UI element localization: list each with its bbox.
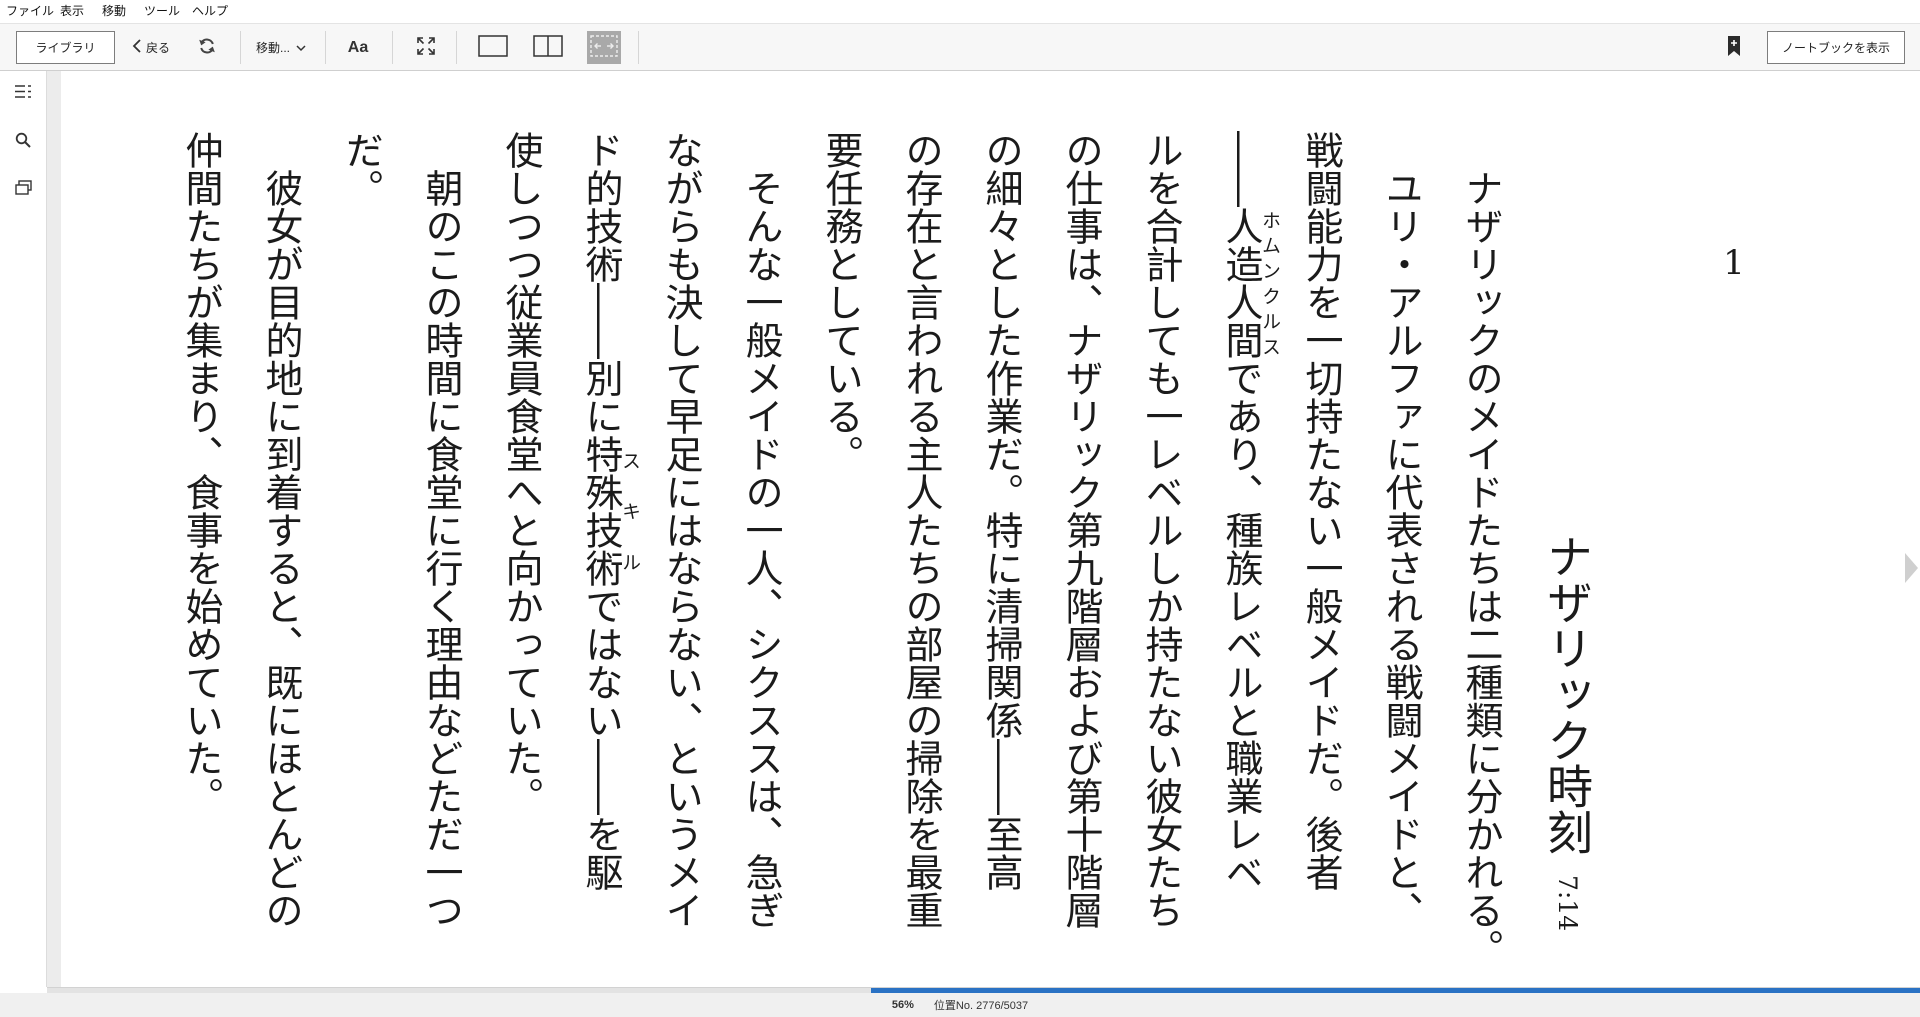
text-segment: ―― <box>1219 131 1263 207</box>
table-of-contents-button[interactable] <box>8 79 38 109</box>
toolbar-divider <box>456 31 457 64</box>
goto-button[interactable]: 移動... <box>250 31 312 64</box>
single-page-button[interactable] <box>474 31 512 64</box>
menu-tools[interactable]: ツール <box>144 0 180 23</box>
search-button[interactable] <box>8 127 38 157</box>
text-column: ド的技術――別に特殊技術スキルではない――を駆 <box>561 131 641 971</box>
ruby-text: 特殊技術スキル <box>579 435 641 587</box>
add-bookmark-icon <box>1727 35 1741 60</box>
search-icon <box>15 132 31 153</box>
ruby-base: 特殊技術 <box>579 435 623 587</box>
left-sidebar <box>0 71 47 987</box>
fit-page-button[interactable] <box>587 31 621 64</box>
fullscreen-button[interactable] <box>410 31 442 64</box>
goto-button-label: 移動... <box>255 41 290 55</box>
text-column: 戦闘能力を一切持たない一般メイドだ。後者 <box>1299 131 1343 891</box>
menu-view[interactable]: 表示 <box>60 0 84 23</box>
font-settings-button[interactable]: Aa <box>338 31 378 64</box>
text-column: 仲間たちが集まり、食事を始めていた。 <box>179 131 223 815</box>
chapter-heading: ナザリック時刻 7:14 <box>1522 131 1612 931</box>
progress-percent: 56% <box>891 999 914 1011</box>
chapter-number: 1 <box>1723 243 1745 283</box>
toolbar-divider <box>240 31 241 64</box>
flashcards-button[interactable] <box>8 175 38 205</box>
menu-file[interactable]: ファイル <box>6 0 54 23</box>
refresh-icon <box>197 36 217 59</box>
toolbar: ライブラリ 戻る 移動... Aa ノートブックを表示 <box>0 23 1920 71</box>
chapter-title: ナザリック時刻 <box>1540 532 1594 855</box>
text-column: の細々とした作業だ。特に清掃関係――至高 <box>979 131 1023 891</box>
text-column: そんな一般メイドの一人、シクススは、急ぎ <box>739 131 783 929</box>
two-page-icon <box>533 35 563 60</box>
text-column: ――人造人間ホムンクルスであり、種族レベルと職業レベ <box>1201 131 1281 971</box>
table-of-contents-icon <box>14 84 32 104</box>
text-segment: であり、種族レベルと職業レベ <box>1219 359 1263 891</box>
toolbar-divider <box>325 31 326 64</box>
text-column: の存在と言われる主人たちの部屋の掃除を最重 <box>899 131 943 929</box>
add-bookmark-button[interactable] <box>1720 31 1748 64</box>
library-button-label: ライブラリ <box>35 41 96 55</box>
fullscreen-icon <box>417 37 435 58</box>
next-page-arrow-icon[interactable] <box>1905 553 1918 583</box>
menu-go[interactable]: 移動 <box>102 0 126 23</box>
single-page-icon <box>478 35 508 60</box>
fit-page-icon <box>590 35 618 60</box>
chevron-down-icon <box>296 41 306 55</box>
text-column: の仕事は、ナザリック第九階層および第十階層 <box>1059 131 1103 929</box>
text-column: ユリ・アルファに代表される戦闘メイドと、 <box>1379 131 1423 929</box>
body-text: ナザリックのメイドたちは二種類に分かれる。 ユリ・アルファに代表される戦闘メイド… <box>161 131 1521 971</box>
ruby-base: 人造人間 <box>1219 207 1263 359</box>
ruby-annotation: スキル <box>619 435 641 587</box>
back-button[interactable]: 戻る <box>127 31 175 64</box>
show-notebook-label: ノートブックを表示 <box>1781 41 1890 55</box>
text-column: ルを合計しても一レベルしか持たない彼女たち <box>1139 131 1183 929</box>
flashcards-icon <box>14 180 32 200</box>
reader-page[interactable]: 1 ナザリック時刻 7:14 ナザリックのメイドたちは二種類に分かれる。 ユリ・ア… <box>61 71 1920 987</box>
text-column: ナザリックのメイドたちは二種類に分かれる。 <box>1459 131 1503 967</box>
text-column: 使しつつ従業員食堂へと向かっていた。 <box>499 131 543 815</box>
page-gutter <box>47 71 61 987</box>
library-button[interactable]: ライブラリ <box>16 31 115 64</box>
location-indicator: 位置No. 2776/5037 <box>933 1000 1029 1012</box>
menu-bar: ファイル 表示 移動 ツール ヘルプ <box>0 0 1920 23</box>
status-bar: 56% 位置No. 2776/5037 <box>0 993 1920 1017</box>
ruby-annotation: ホムンクルス <box>1259 207 1281 359</box>
text-segment: ド的技術――別に <box>579 131 623 435</box>
menu-help[interactable]: ヘルプ <box>192 0 228 23</box>
back-button-label: 戻る <box>145 41 170 55</box>
refresh-button[interactable] <box>193 31 221 64</box>
font-settings-label: Aa <box>347 38 369 56</box>
text-segment: ではない――を駆 <box>579 587 623 891</box>
two-page-button[interactable] <box>529 31 567 64</box>
text-column: 彼女が目的地に到着すると、既にほとんどの <box>259 131 303 929</box>
text-column: ながらも決して早足にはならない、というメイ <box>659 131 703 929</box>
text-column: 朝のこの時間に食堂に行く理由などただ一つ <box>419 131 463 929</box>
ruby-text: 人造人間ホムンクルス <box>1219 207 1281 359</box>
text-column: だ。 <box>339 131 383 207</box>
toolbar-divider <box>638 31 639 64</box>
text-column: 要任務としている。 <box>819 131 863 473</box>
show-notebook-button[interactable]: ノートブックを表示 <box>1767 31 1905 64</box>
toolbar-divider <box>392 31 393 64</box>
chevron-left-icon <box>132 38 142 57</box>
chapter-time: 7:14 <box>1553 874 1582 931</box>
